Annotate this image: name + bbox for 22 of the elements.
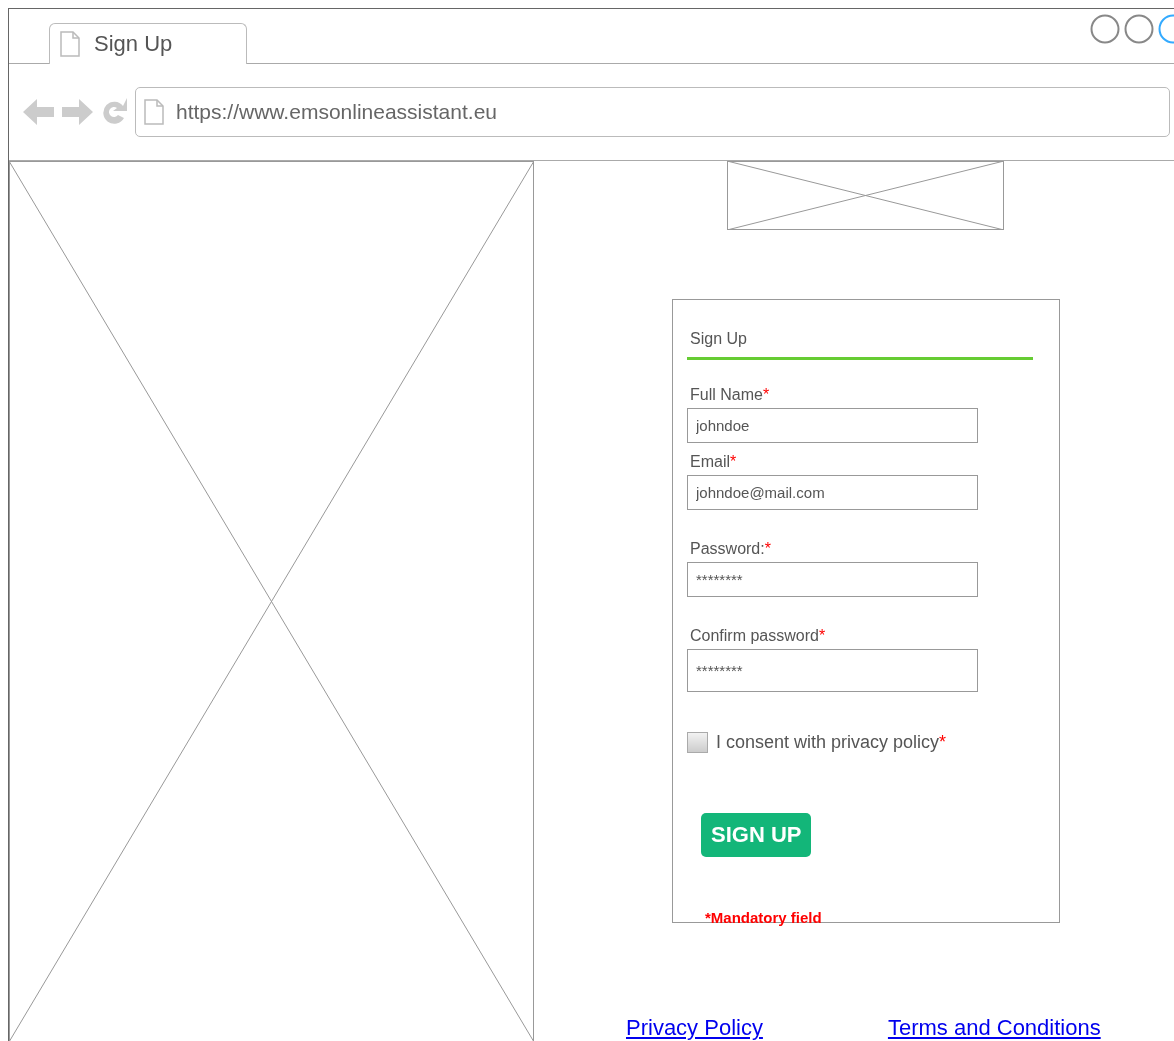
page-icon [144,99,164,125]
form-title: Sign Up [687,330,1033,360]
page-icon [60,31,80,57]
mandatory-note: *Mandatory field [705,909,823,926]
browser-tab[interactable]: Sign Up [49,23,247,64]
field-label: Full Name* [689,386,771,404]
input-field[interactable]: johndoe [687,408,978,443]
field-label: Confirm password* [689,627,827,645]
privacy-policy-link[interactable]: Privacy Policy [626,1015,763,1041]
input-field[interactable]: ******** [687,649,978,692]
address-field[interactable]: https://www.emsonlineassistant.eu [135,87,1170,137]
window-controls-icon[interactable] [1090,14,1174,44]
input-field[interactable]: ******** [687,562,978,597]
tab-title: Sign Up [94,31,173,57]
back-icon[interactable] [23,96,55,128]
terms-link[interactable]: Terms and Conditions [887,1015,1101,1041]
consent-checkbox[interactable] [687,732,708,753]
field-label: Email* [689,453,738,471]
forward-icon[interactable] [61,96,93,128]
input-field[interactable]: johndoe@mail.com [687,475,978,510]
field-label: Password:* [689,540,772,558]
consent-label: I consent with privacy policy* [716,732,947,753]
